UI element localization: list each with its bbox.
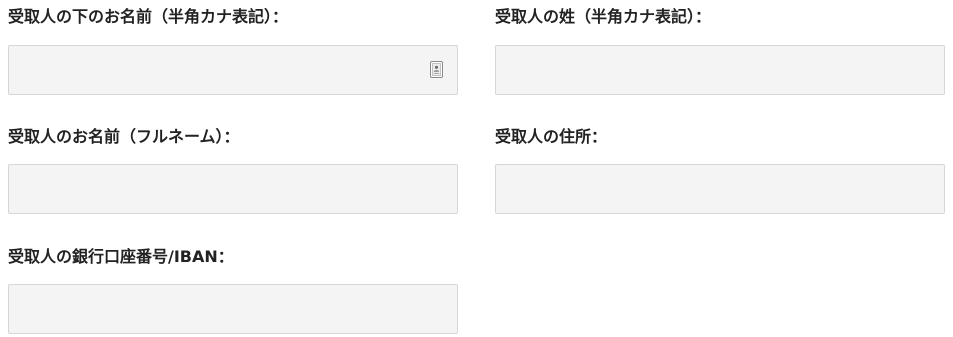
recipient-last-name-kana-input[interactable]	[495, 45, 945, 95]
recipient-bank-account-iban-label: 受取人の銀行口座番号/IBAN：	[8, 247, 234, 266]
recipient-first-name-kana-input[interactable]	[8, 45, 458, 95]
recipient-address-input[interactable]	[495, 164, 945, 214]
contact-card-icon[interactable]	[430, 61, 443, 78]
recipient-last-name-kana-label: 受取人の姓（半角カナ表記）：	[495, 7, 712, 26]
recipient-bank-account-iban-input[interactable]	[8, 284, 458, 334]
recipient-full-name-input[interactable]	[8, 164, 458, 214]
recipient-address-label: 受取人の住所：	[495, 127, 608, 146]
recipient-first-name-kana-label: 受取人の下のお名前（半角カナ表記）：	[8, 7, 289, 26]
recipient-full-name-label: 受取人のお名前（フルネーム）：	[8, 127, 240, 146]
